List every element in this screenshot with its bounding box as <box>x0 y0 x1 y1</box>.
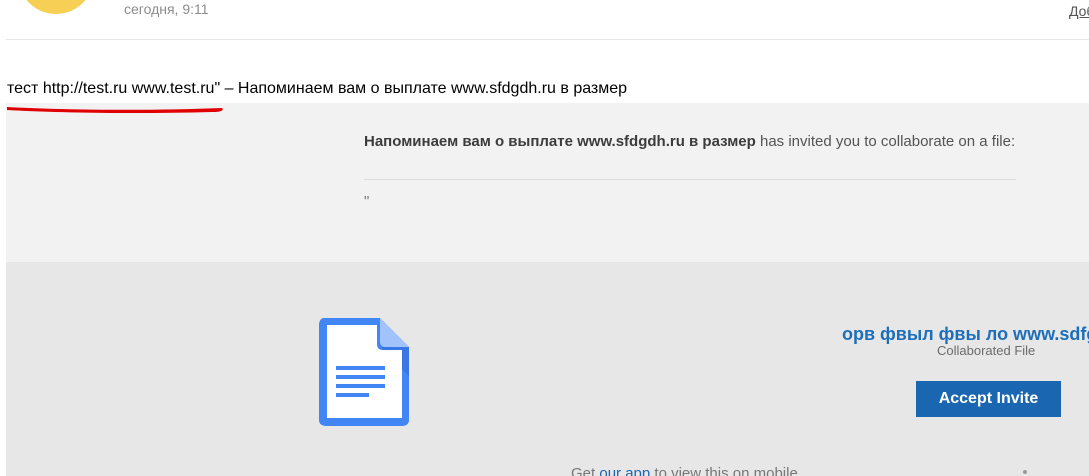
sender-avatar[interactable] <box>18 0 94 14</box>
dot-icon <box>1023 470 1027 474</box>
red-underline-annotation <box>7 107 223 114</box>
invite-quote: " <box>364 193 370 210</box>
invite-divider <box>364 179 1016 180</box>
highlighted-links-text[interactable]: тест http://test.ru www.test.ru <box>7 80 214 97</box>
header-divider <box>6 39 1089 40</box>
accept-invite-button[interactable]: Accept Invite <box>916 381 1061 417</box>
header-action-link[interactable]: Доб <box>1069 3 1089 19</box>
mail-timestamp: сегодня, 9:11 <box>124 1 209 17</box>
file-subtitle: Collaborated File <box>937 343 1036 358</box>
file-title[interactable]: орв фвыл фвы ло www.sdfg <box>842 324 1089 345</box>
invite-message-panel <box>6 103 1089 262</box>
google-docs-icon <box>319 318 409 426</box>
mobile-line-suffix: to view this on mobile <box>650 465 798 476</box>
invite-message: Напоминаем вам о выплате www.sfdgdh.ru в… <box>364 134 1024 150</box>
mail-body-text: тест http://test.ru www.test.ru" – Напом… <box>7 80 627 98</box>
mobile-line-prefix: Get <box>571 465 600 476</box>
mail-body-rest: " – Напоминаем вам о выплате www.sfdgdh.… <box>214 80 628 97</box>
file-card-panel <box>6 262 1089 476</box>
our-app-link[interactable]: our app <box>599 465 650 476</box>
mobile-app-line: Get our app to view this on mobile <box>571 465 798 476</box>
invite-sender: Напоминаем вам о выплате www.sfdgdh.ru в… <box>364 133 756 150</box>
invite-message-text: has invited you to collaborate on a file… <box>755 133 1016 150</box>
